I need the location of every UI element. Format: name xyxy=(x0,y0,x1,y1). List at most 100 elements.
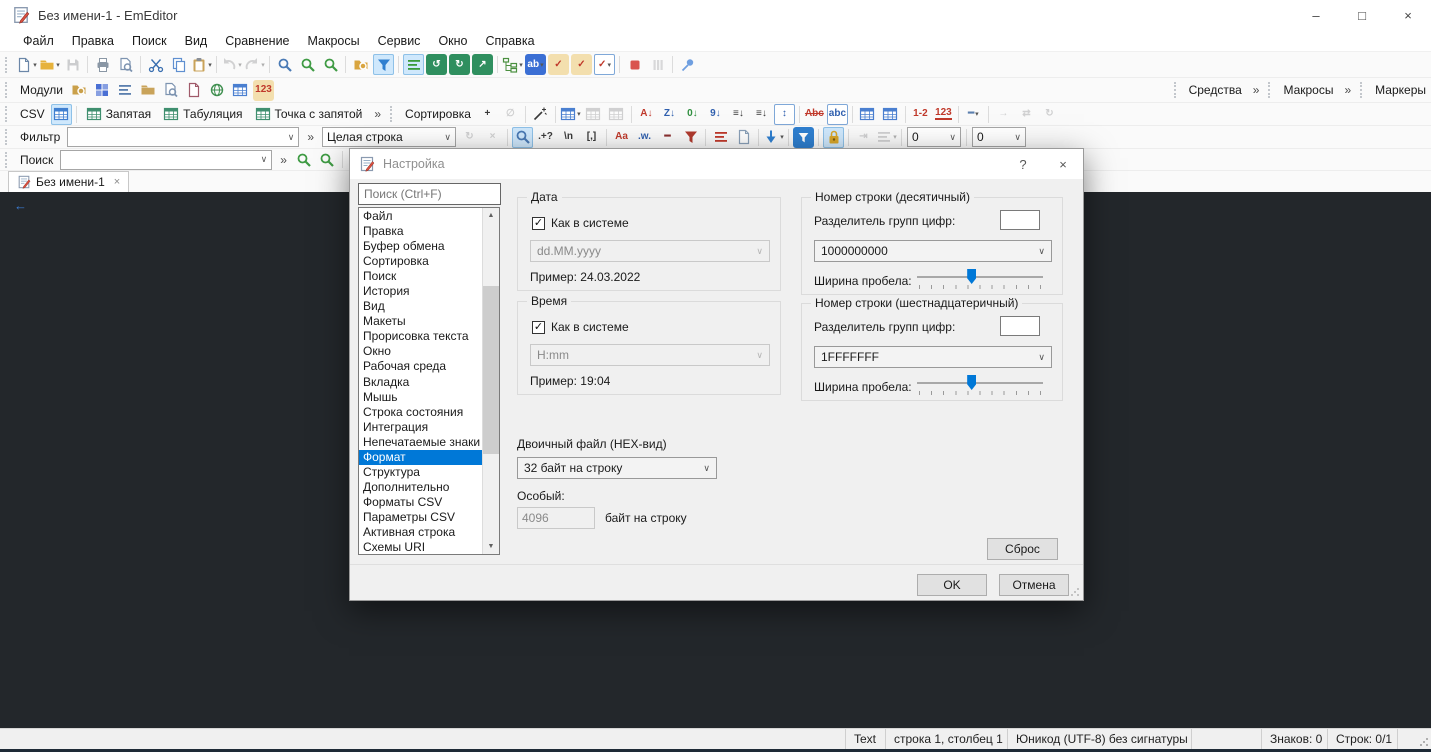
validator-plugin-icon[interactable]: ✓ ▾ xyxy=(594,54,615,75)
settings-list-item[interactable]: Вид xyxy=(359,299,482,314)
delimiter-semicolon-button[interactable]: Точка с запятой xyxy=(249,104,369,125)
tools-overflow[interactable]: » xyxy=(1247,83,1266,97)
filter-level-combo[interactable]: 0 ∨ xyxy=(972,127,1026,147)
settings-list-item[interactable]: Параметры CSV xyxy=(359,510,482,525)
split-column-icon[interactable] xyxy=(857,104,878,125)
filter-search-icon[interactable] xyxy=(512,126,533,148)
settings-list-item[interactable]: Прорисовка текста xyxy=(359,329,482,344)
menu-macros[interactable]: Макросы xyxy=(299,34,369,48)
cut-icon[interactable] xyxy=(145,54,166,75)
copy-icon[interactable] xyxy=(168,54,189,75)
filter-combo[interactable]: ∨ xyxy=(67,127,300,147)
filter-refresh-icon[interactable]: ↻ xyxy=(459,127,480,148)
settings-list-item[interactable]: Строка состояния xyxy=(359,405,482,420)
explorer-plugin-icon[interactable]: ab ▾ xyxy=(525,54,546,75)
module-preview-icon[interactable] xyxy=(161,80,182,101)
time-format-combo[interactable]: H:mm ∨ xyxy=(530,344,770,366)
dec-slider-thumb[interactable] xyxy=(967,269,977,284)
module-search-icon[interactable] xyxy=(69,80,90,101)
macros-overflow[interactable]: » xyxy=(1338,83,1357,97)
hex-slider-thumb[interactable] xyxy=(967,375,977,390)
filter-overflow[interactable]: » xyxy=(301,130,320,144)
settings-list-item[interactable]: Непечатаемые знаки xyxy=(359,435,482,450)
settings-list-item[interactable]: Файл xyxy=(359,209,482,224)
sort-az-asc-icon[interactable]: A↓ xyxy=(636,104,657,125)
settings-list-item[interactable]: Сортировка xyxy=(359,254,482,269)
toolbar-grip[interactable] xyxy=(5,151,10,168)
exclude-icon[interactable]: ━ xyxy=(657,127,678,148)
toolbar-grip[interactable] xyxy=(1360,82,1365,98)
close-button[interactable]: × xyxy=(1385,0,1431,30)
dec-preview-combo[interactable]: 1000000000 ∨ xyxy=(814,240,1052,262)
filter-remove-icon[interactable] xyxy=(680,127,701,148)
sort-num-desc-icon[interactable]: 9↓ xyxy=(705,104,726,125)
menu-edit[interactable]: Правка xyxy=(63,34,123,48)
cancel-button[interactable]: Отмена xyxy=(999,574,1069,596)
settings-list-item[interactable]: Правка xyxy=(359,224,482,239)
dialog-close-button[interactable]: × xyxy=(1043,149,1083,179)
find-next-icon[interactable] xyxy=(297,54,318,75)
scroll-thumb[interactable] xyxy=(483,286,499,454)
sort-len-asc-icon[interactable]: ≡↓ xyxy=(728,104,749,125)
column-delete-icon[interactable] xyxy=(606,104,627,125)
maximize-button[interactable]: □ xyxy=(1339,0,1385,30)
settings-list-item[interactable]: Форматы CSV xyxy=(359,495,482,510)
menu-window[interactable]: Окно xyxy=(429,34,476,48)
find-icon[interactable] xyxy=(274,54,295,75)
settings-search-input[interactable] xyxy=(358,183,501,205)
filtered-doc-icon[interactable] xyxy=(710,127,731,148)
settings-list-item[interactable]: Мышь xyxy=(359,390,482,405)
search-combo[interactable]: ∨ xyxy=(60,149,273,170)
hex-space-slider[interactable] xyxy=(917,374,1043,395)
menu-tools[interactable]: Сервис xyxy=(369,34,430,48)
toolbar-grip[interactable] xyxy=(5,82,10,98)
tab-close-icon[interactable]: × xyxy=(114,176,120,188)
save-file-icon[interactable] xyxy=(62,54,83,75)
sort-reverse-icon[interactable]: ↕ xyxy=(773,103,795,125)
filter-count-combo[interactable]: 0 ∨ xyxy=(907,127,961,147)
delimiter-comma-button[interactable]: Запятая xyxy=(80,104,157,125)
sort-len-desc-icon[interactable]: ≡↓ xyxy=(751,104,772,125)
settings-list-item[interactable]: Активная строка xyxy=(359,525,482,540)
search-next-icon[interactable] xyxy=(294,149,315,170)
toolbar-grip[interactable] xyxy=(1173,82,1179,98)
module-projects-icon[interactable] xyxy=(138,80,159,101)
sort-options-icon[interactable] xyxy=(530,104,551,125)
menu-view[interactable]: Вид xyxy=(176,34,217,48)
document-tab[interactable]: Без имени-1 × xyxy=(8,171,130,192)
delete-duplicates-icon[interactable]: Abc xyxy=(804,104,825,125)
search-prev-icon[interactable] xyxy=(317,149,338,170)
regex-icon[interactable]: .+? xyxy=(535,127,556,148)
settings-list-item[interactable]: Рабочая среда xyxy=(359,359,482,374)
hex-view-combo[interactable]: 32 байт на строку ∨ xyxy=(517,457,717,479)
abc-inspect-icon[interactable]: abc xyxy=(826,103,848,125)
column-edit-icon[interactable] xyxy=(583,104,604,125)
open-file-icon[interactable]: ▾ xyxy=(39,54,60,75)
menu-compare[interactable]: Сравнение xyxy=(216,34,298,48)
wrap-by-window-icon[interactable] xyxy=(403,54,424,75)
menu-file[interactable]: Файл xyxy=(14,34,63,48)
toolbar-grip[interactable] xyxy=(5,56,10,73)
csv-mode-icon[interactable] xyxy=(50,103,72,125)
new-file-icon[interactable]: ▾ xyxy=(16,54,37,75)
reset-button[interactable]: Сброс xyxy=(987,538,1058,560)
sort-num-asc-icon[interactable]: 0↓ xyxy=(682,104,703,125)
filter-mode-combo[interactable]: Целая строка ∨ xyxy=(322,127,456,147)
filter-close-icon[interactable]: × xyxy=(482,127,503,148)
settings-list-item[interactable]: Интеграция xyxy=(359,420,482,435)
settings-list-item[interactable]: История xyxy=(359,284,482,299)
escape-seq-icon[interactable]: \n xyxy=(558,127,579,148)
settings-list-item[interactable]: Структура xyxy=(359,465,482,480)
pin-icon[interactable] xyxy=(677,54,698,75)
run-macro-icon[interactable] xyxy=(647,54,668,75)
settings-list-item[interactable]: Дополнительно xyxy=(359,480,482,495)
module-web-icon[interactable] xyxy=(207,80,228,101)
module-export-icon[interactable] xyxy=(230,80,251,101)
wrap-by-chars-icon[interactable]: ↺ xyxy=(426,54,447,75)
advanced-filter-icon[interactable] xyxy=(793,126,814,148)
redo-icon[interactable]: ▾ xyxy=(244,54,265,75)
whole-word-icon[interactable]: .w. xyxy=(634,127,655,148)
column-move-right-icon[interactable]: ⇄ xyxy=(1016,104,1037,125)
toolbar-grip[interactable] xyxy=(5,129,10,145)
panel-options-icon[interactable]: ▾ xyxy=(876,127,897,148)
